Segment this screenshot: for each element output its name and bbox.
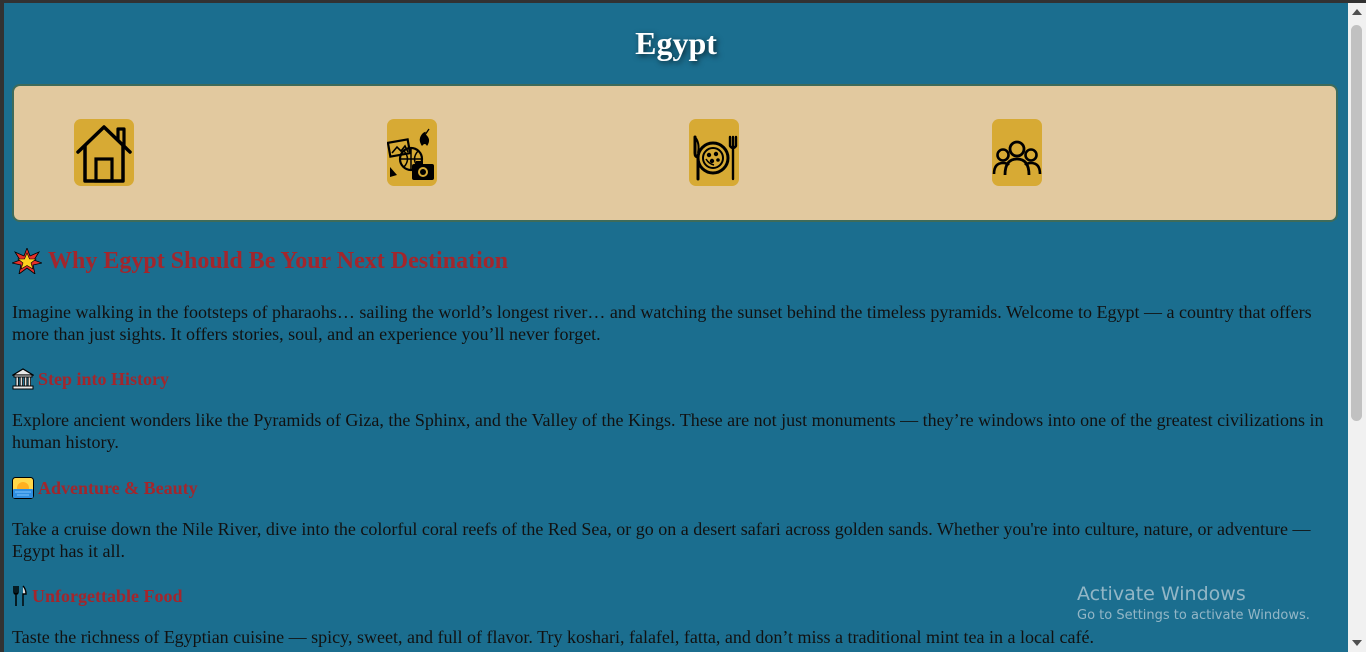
classical-building-icon (12, 368, 34, 390)
section-heading-adventure: Adventure & Beauty (12, 476, 1342, 500)
scroll-up-arrow-icon[interactable] (1352, 9, 1362, 15)
article-heading-text: Why Egypt Should Be Your Next Destinatio… (48, 248, 509, 274)
nav-bar (12, 84, 1338, 222)
travel-collage-icon (387, 128, 434, 180)
intro-paragraph: Imagine walking in the footsteps of phar… (12, 302, 1312, 344)
windows-activation-watermark: Activate Windows Go to Settings to activ… (1077, 582, 1310, 626)
watermark-title: Activate Windows (1077, 583, 1246, 605)
section-text-adventure: Take a cruise down the Nile River, dive … (12, 519, 1311, 561)
star-icon (12, 248, 42, 274)
section-title: Step into History (38, 369, 170, 389)
nav-food-button[interactable] (689, 119, 739, 186)
nav-community-button[interactable] (992, 119, 1042, 186)
fork-knife-icon (12, 585, 28, 607)
nav-attractions-button[interactable] (387, 119, 437, 186)
scroll-down-arrow-icon[interactable] (1352, 640, 1362, 646)
section-text-history: Explore ancient wonders like the Pyramid… (12, 410, 1324, 452)
article-heading: Why Egypt Should Be Your Next Destinatio… (12, 243, 1342, 279)
watermark-subtitle: Go to Settings to activate Windows. (1077, 608, 1310, 623)
page-viewport: Egypt Why Egypt Should Be Your Next Dest… (4, 3, 1348, 652)
scrollbar-thumb[interactable] (1351, 25, 1362, 421)
section-text-food: Taste the richness of Egyptian cuisine —… (12, 627, 1094, 647)
section-title: Unforgettable Food (32, 586, 183, 606)
food-plate-icon (693, 135, 738, 181)
section-title: Adventure & Beauty (38, 478, 198, 498)
vertical-scrollbar[interactable] (1348, 3, 1366, 652)
people-group-icon (992, 140, 1042, 176)
home-icon (76, 125, 132, 183)
section-heading-history: Step into History (12, 367, 1342, 391)
sunrise-icon (12, 477, 34, 499)
nav-home-button[interactable] (74, 119, 134, 186)
page-title: Egypt (635, 25, 717, 61)
